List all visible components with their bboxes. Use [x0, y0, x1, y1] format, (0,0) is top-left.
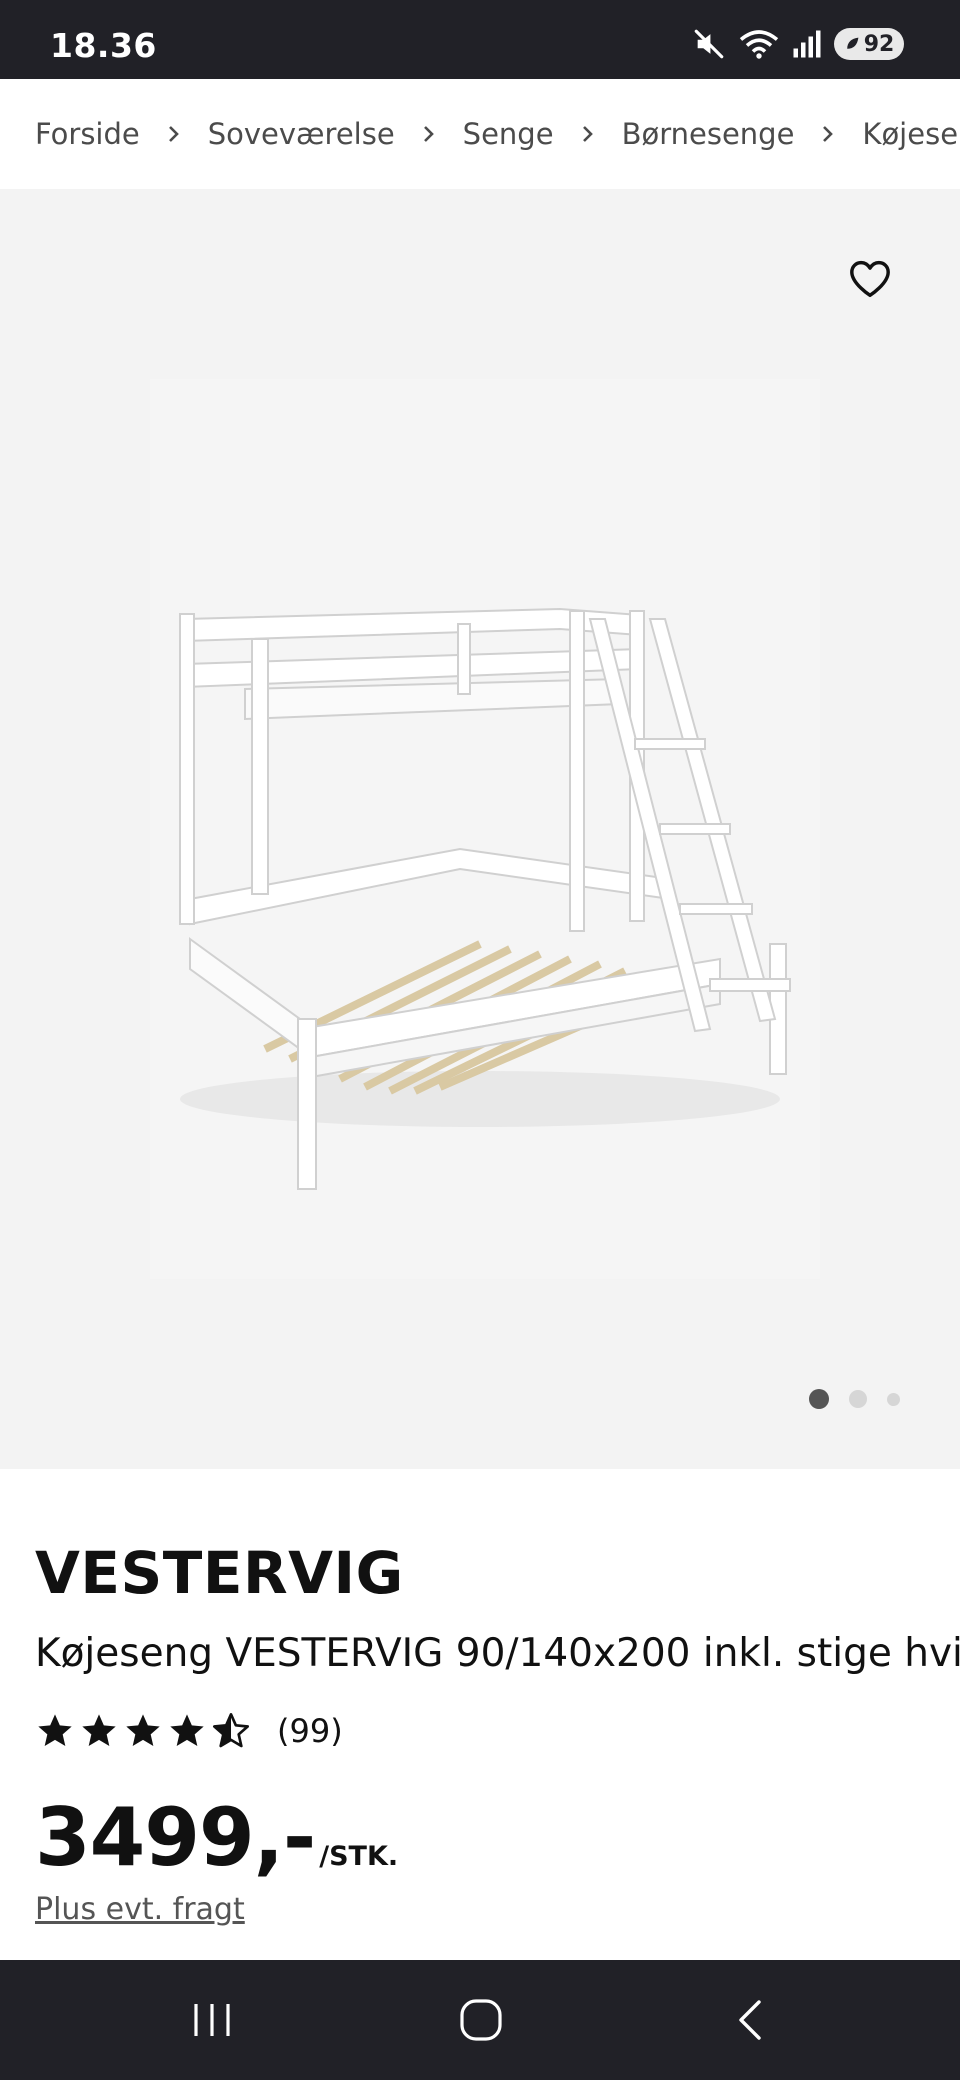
pagination-dot-active[interactable] [809, 1389, 829, 1409]
star-full-icon [38, 1714, 72, 1746]
shipping-link[interactable]: Plus evt. fragt [35, 1892, 245, 1927]
product-brand: VESTERVIG [35, 1539, 404, 1607]
home-button[interactable] [421, 1960, 541, 2080]
product-rating[interactable]: (99) [35, 1711, 343, 1751]
home-icon [460, 1999, 502, 2041]
chevron-right-icon [395, 124, 463, 144]
chevron-right-icon [794, 124, 862, 144]
heart-icon [848, 259, 892, 302]
breadcrumb-item-forside[interactable]: Forside [35, 117, 140, 151]
mute-icon [692, 27, 726, 61]
favorite-button[interactable] [844, 254, 896, 306]
breadcrumb: Forside Soveværelse Senge Børnesenge Køj… [0, 79, 960, 189]
star-full-icon [170, 1714, 204, 1746]
chevron-right-icon [554, 124, 622, 144]
product-name: Køjeseng VESTERVIG 90/140x200 inkl. stig… [35, 1631, 960, 1676]
pagination-dot[interactable] [887, 1392, 900, 1406]
back-button[interactable] [690, 1960, 810, 2080]
chevron-right-icon [140, 124, 208, 144]
signal-icon [792, 29, 822, 59]
breadcrumb-item-boernesenge[interactable]: Børnesenge [622, 117, 795, 151]
back-icon [739, 2000, 761, 2040]
product-image[interactable] [150, 379, 820, 1279]
product-info: VESTERVIG Køjeseng VESTERVIG 90/140x200 … [0, 1469, 960, 1960]
status-bar: 18.36 92 [0, 0, 960, 79]
recent-apps-button[interactable] [152, 1960, 272, 2080]
system-nav-bar [0, 1960, 960, 2080]
wifi-icon [738, 27, 780, 61]
pagination-dot[interactable] [849, 1390, 867, 1408]
status-time: 18.36 [50, 26, 157, 65]
recent-apps-icon [194, 2004, 230, 2036]
breadcrumb-item-senge[interactable]: Senge [463, 117, 554, 151]
status-icons: 92 [692, 24, 904, 64]
breadcrumb-item-koejeseng[interactable]: Køjeseng [862, 117, 960, 151]
image-pagination [809, 1389, 900, 1409]
battery-level: 92 [863, 31, 895, 57]
review-count[interactable]: (99) [277, 1712, 343, 1750]
product-price: 3499,- [35, 1791, 316, 1884]
star-full-icon [126, 1714, 160, 1746]
price-unit: /STK. [319, 1841, 399, 1872]
star-half-icon [213, 1713, 250, 1748]
battery-icon: 92 [834, 28, 904, 60]
bunk-bed-illustration [179, 607, 791, 1190]
breadcrumb-item-sovevaerelse[interactable]: Soveværelse [208, 117, 395, 151]
product-gallery[interactable] [0, 189, 960, 1469]
price-row: 3499,- /STK. [35, 1791, 398, 1884]
star-full-icon [82, 1714, 116, 1746]
